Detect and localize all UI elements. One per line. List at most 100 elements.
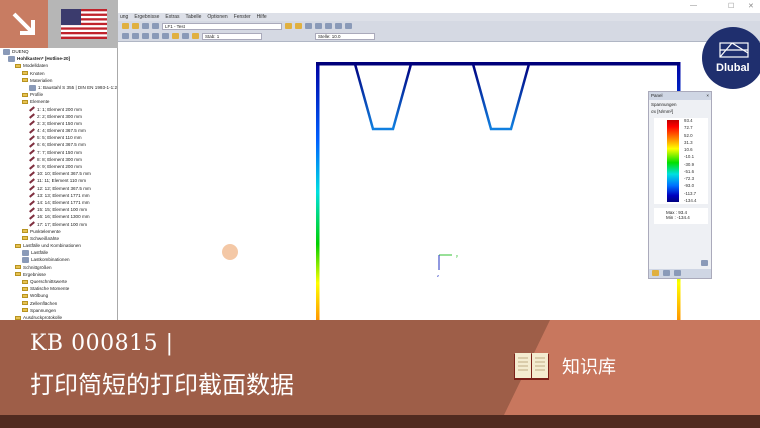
results-icon[interactable] — [132, 23, 139, 29]
tree-item-label: 7: 7; Element 150 mm — [37, 149, 82, 155]
tree-item[interactable]: 15: 15; Element 100 mm — [0, 206, 117, 213]
tree-item[interactable]: Lastfälle — [0, 249, 117, 256]
tree-item[interactable]: Zellenflächen — [0, 300, 117, 307]
tree-item-label: 13: 13; Element 1771 mm — [37, 192, 90, 198]
tree-item-label: Ergebnisse — [23, 271, 46, 277]
tree-project[interactable]: Hohlkasten* [Hotline-20] — [0, 55, 117, 62]
tree-item[interactable]: 11: 11; Element 110 mm — [0, 177, 117, 184]
tree-item[interactable]: Modelldaten — [0, 62, 117, 69]
panel-title: Panel — [651, 93, 663, 98]
section2-icon[interactable] — [182, 33, 189, 39]
tree-item[interactable]: 10: 10; Element 367.5 mm — [0, 170, 117, 177]
tree-item[interactable]: Elemente — [0, 98, 117, 105]
folder-icon — [22, 78, 28, 83]
tree-item-label: Profile — [30, 92, 44, 98]
menu-extras[interactable]: Extras — [165, 14, 179, 20]
settings-icon[interactable] — [335, 23, 342, 29]
section-icon[interactable] — [172, 33, 179, 39]
menu-optionen[interactable]: Optionen — [207, 14, 227, 20]
loadcase-icon[interactable] — [152, 23, 159, 29]
download-corner[interactable] — [0, 0, 48, 48]
tree-item[interactable]: 2: 2; Element 300 mm — [0, 113, 117, 120]
menu-tabelle[interactable]: Tabelle — [186, 14, 202, 20]
tree-item[interactable]: 7: 7; Element 150 mm — [0, 149, 117, 156]
menu-ergebnisse[interactable]: Ergebnisse — [134, 14, 159, 20]
view-select-icon[interactable] — [132, 33, 139, 39]
values-icon[interactable] — [295, 23, 302, 29]
tree-item[interactable]: Statische Momente — [0, 285, 117, 292]
tree-item[interactable]: 12: 12; Element 367.5 mm — [0, 185, 117, 192]
tree-item[interactable]: Schnittgrößen — [0, 264, 117, 271]
tree-item[interactable]: Punktelemente — [0, 228, 117, 235]
axis-icon[interactable] — [142, 33, 149, 39]
zoom-icon[interactable] — [122, 33, 129, 39]
results-panel: Panel × Spannungen σx [N/mm²] 93.4 72.7 52.… — [648, 91, 712, 279]
tree-item-label: Schweißnähte — [30, 235, 60, 241]
tree-item-label: Querschnittswerte — [30, 279, 68, 284]
element-icon — [29, 113, 35, 119]
menu-fenster[interactable]: Fenster — [234, 14, 251, 20]
loadcase-select[interactable]: LF1 - Test — [162, 22, 282, 30]
render-icon[interactable] — [325, 23, 332, 29]
tree-item[interactable]: Lastfälle und Kombinationen — [0, 242, 117, 249]
tree-item[interactable]: Spannungen — [0, 307, 117, 314]
tree-item[interactable]: 5: 5; Element 110 mm — [0, 134, 117, 141]
folder-icon — [15, 272, 21, 277]
dlubal-logo: Dlubal — [702, 27, 760, 89]
view-icon[interactable] — [305, 23, 312, 29]
tree-item[interactable]: Materialien — [0, 77, 117, 84]
load-icon — [22, 249, 29, 256]
tree-item[interactable]: 8: 8; Element 300 mm — [0, 156, 117, 163]
tool-icon[interactable] — [345, 23, 352, 29]
tree-item[interactable]: 16: 16; Element 1300 mm — [0, 213, 117, 220]
color-tab-icon[interactable] — [652, 270, 659, 276]
element-icon — [29, 185, 35, 191]
close-button[interactable]: ✕ — [748, 2, 754, 10]
color-scale-bar — [667, 120, 679, 202]
tree-item[interactable]: 6: 6; Element 367.5 mm — [0, 141, 117, 148]
dimension-icon[interactable] — [152, 33, 159, 39]
tree-item[interactable]: 3: 3; Element 150 mm — [0, 120, 117, 127]
minimize-button[interactable]: — — [690, 2, 697, 9]
member-select[interactable]: Stab: 1 — [202, 32, 262, 40]
zoom-panel-icon[interactable] — [701, 260, 708, 266]
element-icon — [29, 142, 35, 148]
location-select[interactable]: Stelle: 10.0 — [315, 32, 375, 40]
us-flag-icon[interactable] — [48, 0, 118, 48]
table-icon[interactable] — [142, 23, 149, 29]
panel-tabs — [649, 269, 711, 278]
tree-item[interactable]: Schweißnähte — [0, 235, 117, 242]
tree-item[interactable]: 1: Baustahl S 355 | DIN EN 1993-1-1:2 — [0, 84, 117, 91]
tree-item[interactable]: 14: 14; Element 1771 mm — [0, 199, 117, 206]
tree-item[interactable]: Lastkombinationen — [0, 256, 117, 264]
tree-item[interactable]: Ergebnisse — [0, 271, 117, 278]
z-axis-label: z — [437, 273, 439, 278]
open-icon[interactable] — [122, 23, 129, 29]
maximize-button[interactable]: ☐ — [728, 2, 734, 10]
tree-item[interactable]: Profile — [0, 91, 117, 98]
tree-item-label: 4: 4; Element 367.5 mm — [37, 128, 86, 134]
tree-item[interactable]: Querschnittswerte — [0, 278, 117, 285]
tree-item[interactable]: 9: 9; Element 200 mm — [0, 163, 117, 170]
print-icon[interactable] — [315, 23, 322, 29]
tree-item[interactable]: Wölbung — [0, 292, 117, 299]
colors-icon[interactable] — [192, 33, 199, 39]
tree-item[interactable]: 1: 1; Element 200 mm — [0, 106, 117, 113]
filter-tab-icon[interactable] — [674, 270, 681, 276]
arrow-down-right-icon — [12, 12, 35, 35]
panel-close-button[interactable]: × — [706, 92, 709, 100]
show-results-icon[interactable] — [285, 23, 292, 29]
tree-item[interactable]: 4: 4; Element 367.5 mm — [0, 127, 117, 134]
folder-icon — [22, 229, 28, 234]
tree-item[interactable]: Knoten — [0, 70, 117, 77]
menu-hilfe[interactable]: Hilfe — [257, 14, 267, 20]
folder-icon — [15, 63, 21, 68]
tree-item[interactable]: 13: 13; Element 1771 mm — [0, 192, 117, 199]
tree-item-label: Schnittgrößen — [23, 264, 52, 270]
tree-item-label: Lastfälle — [31, 250, 49, 256]
menu-item[interactable]: ung — [120, 14, 128, 20]
dimension2-icon[interactable] — [162, 33, 169, 39]
tree-root[interactable]: DUENQ — [0, 48, 117, 55]
tree-item[interactable]: 17: 17; Element 100 mm — [0, 221, 117, 228]
factor-tab-icon[interactable] — [663, 270, 670, 276]
